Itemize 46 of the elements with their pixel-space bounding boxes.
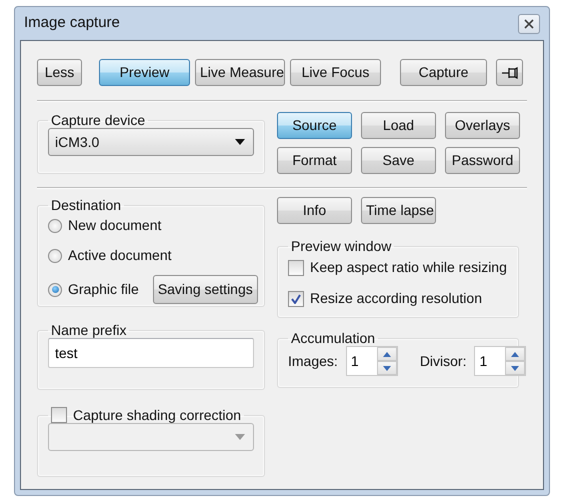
group-label: Accumulation — [290, 330, 376, 346]
device-dropdown[interactable]: iCM3.0 — [48, 128, 254, 156]
spin-up-button[interactable] — [376, 347, 397, 361]
group-label: Destination — [50, 197, 122, 213]
device-button[interactable]: Save — [361, 147, 436, 174]
down-arrow-icon — [382, 366, 391, 370]
radio-option[interactable]: New document — [48, 215, 254, 236]
group-label: Capture device — [50, 112, 146, 128]
device-button[interactable]: Format — [277, 147, 352, 174]
checkbox-option[interactable]: Resize according resolution — [288, 288, 508, 309]
down-arrow-icon — [511, 366, 520, 370]
toolbar-button[interactable]: Less — [37, 59, 82, 86]
pin-button[interactable] — [496, 59, 523, 86]
checkbox-option[interactable]: Keep aspect ratio while resizing — [288, 257, 508, 278]
group-label: Preview window — [290, 238, 392, 254]
caret-icon — [235, 434, 245, 440]
info-button[interactable]: Time lapse — [361, 197, 436, 224]
saving-settings-button[interactable]: Saving settings — [152, 275, 258, 304]
field-label: Images: — [288, 352, 338, 371]
caret-icon — [235, 139, 245, 145]
up-arrow-icon — [511, 352, 520, 356]
device-button[interactable]: Source — [277, 112, 352, 139]
info-button[interactable]: Info — [277, 197, 352, 224]
device-button[interactable]: Load — [361, 112, 436, 139]
dropdown-value: iCM3.0 — [55, 132, 100, 152]
group-label: Name prefix — [50, 322, 128, 338]
spin-down-button[interactable] — [505, 361, 526, 375]
spin-down-button[interactable] — [376, 361, 397, 375]
toolbar-button[interactable]: Capture — [400, 59, 487, 86]
toolbar-button[interactable]: Live Measure — [195, 59, 285, 86]
field-label: Divisor: — [420, 352, 466, 370]
radio-option[interactable]: Graphic file — [48, 279, 139, 300]
device-button[interactable]: Password — [445, 147, 520, 174]
toolbar-button[interactable]: Live Focus — [290, 59, 381, 86]
window-title: Image capture — [24, 13, 120, 34]
name-prefix-field[interactable]: test — [48, 338, 254, 368]
up-arrow-icon — [382, 352, 391, 356]
close-icon — [524, 18, 534, 28]
device-button[interactable]: Overlays — [445, 112, 520, 139]
spinner[interactable]: 1 — [346, 346, 398, 376]
spin-up-button[interactable] — [505, 347, 526, 361]
pin-icon — [502, 66, 518, 80]
toolbar-button[interactable]: Preview — [99, 59, 190, 86]
close-button[interactable] — [518, 14, 540, 34]
radio-option[interactable]: Active document — [48, 245, 254, 266]
spinner[interactable]: 1 — [474, 346, 526, 376]
